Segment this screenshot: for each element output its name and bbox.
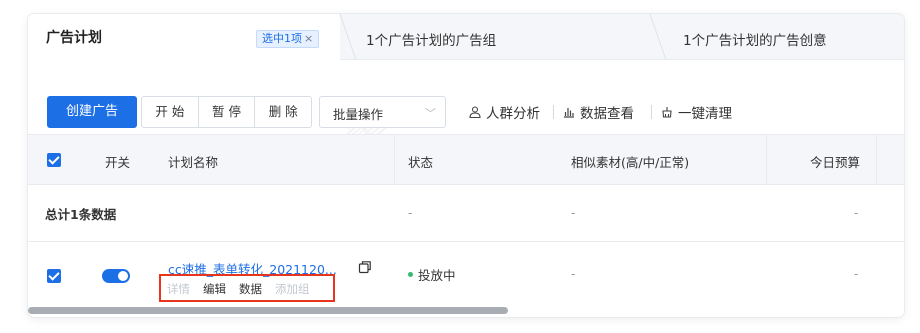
tab-ad-creatives-label: 1个广告计划的广告创意 <box>683 33 827 49</box>
selected-count-label: 选中1项 <box>262 32 302 45</box>
table-row: cc速推_表单转化_2021120... 详情 编辑 数据 添加组 投放中 - … <box>28 242 904 304</box>
column-header-switch: 开关 <box>105 155 131 170</box>
tab-ad-plan-title: 广告计划 <box>46 30 102 46</box>
selected-count-badge[interactable]: 选中1项 × <box>256 30 320 48</box>
column-divider <box>766 134 767 185</box>
tab-divider <box>649 14 667 60</box>
pause-button[interactable]: 暂 停 <box>197 97 255 127</box>
plan-switch-toggle[interactable] <box>102 269 130 283</box>
toolbar: 创建广告 开 始 暂 停 删 除 批量操作 ﹀ 人群分析 数据查看 一键清理 <box>28 60 904 134</box>
ad-plan-panel: 巨 量 网 络 广告计划 选中1项× 1个广告计划的广告组 1个广告计划的广告创… <box>28 14 904 317</box>
row-checkbox[interactable] <box>47 269 61 283</box>
tab-ad-plan[interactable]: 广告计划 选中1项 × <box>28 14 340 61</box>
broom-icon <box>662 107 672 118</box>
toolbar-divider <box>553 105 554 119</box>
today-budget-value: - <box>854 267 859 281</box>
total-rows-label: 总计1条数据 <box>45 207 117 222</box>
batch-operations-label: 批量操作 <box>333 107 384 122</box>
copy-icon[interactable] <box>358 260 372 274</box>
column-header-today-budget: 今日预算 <box>809 155 860 170</box>
ad-plan-table: 开关 计划名称 状态 相似素材(高/中/正常) 今日预算 总计1条数据 - - … <box>28 134 904 317</box>
one-click-cleanup-label: 一键清理 <box>678 106 732 122</box>
plan-status: 投放中 <box>408 265 456 284</box>
clear-selection-icon[interactable]: × <box>304 32 313 45</box>
tab-strip: 广告计划 选中1项 × 1个广告计划的广告组 1个广告计划的广告创意 <box>28 14 904 61</box>
start-button[interactable]: 开 始 <box>142 97 198 127</box>
audience-analysis-label: 人群分析 <box>486 106 540 122</box>
batch-operations-select[interactable]: 批量操作 ﹀ <box>319 96 446 128</box>
column-header-similar-material: 相似素材(高/中/正常) <box>571 155 690 170</box>
data-view-label: 数据查看 <box>580 106 634 122</box>
column-header-status: 状态 <box>408 155 434 170</box>
toolbar-divider <box>651 105 652 119</box>
chevron-down-icon: ﹀ <box>425 107 436 120</box>
tab-ad-groups-label: 1个广告计划的广告组 <box>366 33 497 49</box>
plan-status-label: 投放中 <box>418 268 456 283</box>
status-dot <box>408 272 413 277</box>
person-icon <box>469 106 481 118</box>
bar-chart-icon <box>564 108 574 118</box>
data-view-link[interactable]: 数据查看 <box>563 102 634 122</box>
create-ad-button[interactable]: 创建广告 <box>47 96 137 128</box>
scrollbar-thumb[interactable] <box>28 307 508 314</box>
total-today-budget-value: - <box>854 206 859 220</box>
highlight-box <box>159 274 335 302</box>
select-all-checkbox[interactable] <box>47 153 61 167</box>
horizontal-scrollbar[interactable] <box>28 304 904 317</box>
plan-action-buttons: 开 始 暂 停 删 除 <box>141 96 312 128</box>
similar-material-value: - <box>571 267 576 281</box>
table-total-row: 总计1条数据 - - - <box>28 185 904 242</box>
tab-divider <box>339 14 357 60</box>
table-header: 开关 计划名称 状态 相似素材(高/中/正常) 今日预算 <box>28 134 904 185</box>
one-click-cleanup-link[interactable]: 一键清理 <box>661 102 732 122</box>
total-similar-material-value: - <box>571 206 576 220</box>
total-status-value: - <box>408 206 413 220</box>
delete-button[interactable]: 删 除 <box>254 97 311 127</box>
audience-analysis-link[interactable]: 人群分析 <box>469 102 540 122</box>
column-header-plan-name: 计划名称 <box>168 155 219 170</box>
